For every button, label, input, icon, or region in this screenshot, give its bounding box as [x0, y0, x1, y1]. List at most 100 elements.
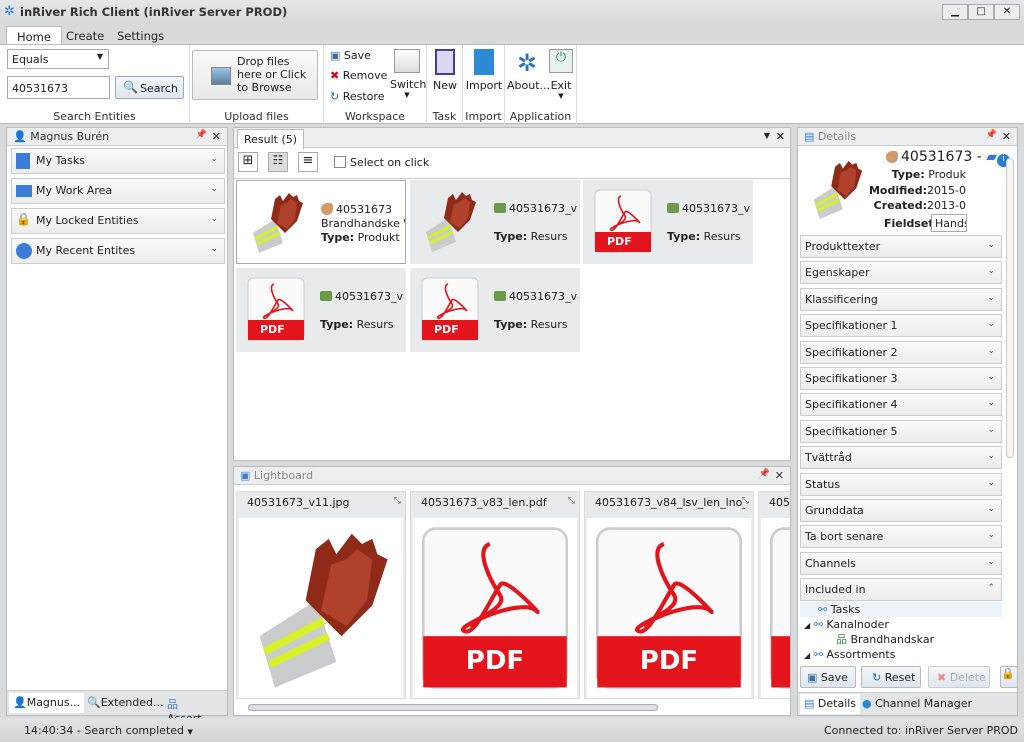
- horizontal-scrollbar[interactable]: [238, 703, 786, 713]
- search-input[interactable]: 40531673: [7, 76, 110, 99]
- lightboard-item[interactable]: 40531673_v83_len.pdf ⤡ PDF: [410, 491, 580, 699]
- save-icon: ▣: [330, 49, 341, 62]
- pin-icon[interactable]: 📌: [196, 130, 207, 140]
- details-section[interactable]: Grunddata ⌄: [800, 499, 1002, 522]
- details-section[interactable]: Included in ⌃: [800, 578, 1002, 602]
- grid-view-button[interactable]: ⊞: [238, 152, 258, 172]
- my-locked-entities-item[interactable]: 🔒 My Locked Entities ⌄: [11, 208, 225, 234]
- details-section[interactable]: Channels ⌄: [800, 551, 1002, 575]
- card-name: 40531673_v1: [494, 202, 578, 215]
- scrollbar-thumb[interactable]: [248, 704, 658, 711]
- result-card[interactable]: PDF 40531673_v8 Type: Resurs: [583, 180, 753, 264]
- save-button[interactable]: ▣ Save: [800, 666, 856, 688]
- tile-view-button[interactable]: ☷: [268, 152, 288, 172]
- close-tab-icon[interactable]: ✕: [776, 130, 785, 143]
- tab-magnus[interactable]: 👤Magnus...: [9, 693, 85, 713]
- pin-icon[interactable]: 📌: [986, 130, 997, 140]
- my-tasks-item[interactable]: My Tasks ⌄: [11, 148, 225, 174]
- operator-select[interactable]: Equals ▼: [7, 49, 109, 69]
- delete-button[interactable]: ✖ Delete: [928, 666, 990, 688]
- lightboard-item[interactable]: 4053⤡ PDF: [758, 491, 790, 699]
- left-bottom-tabs: 👤Magnus... 🔍Extended... 品Assort...: [7, 690, 227, 725]
- chevron-down-icon: ⌄: [987, 372, 995, 382]
- about-button[interactable]: ✲ About...: [507, 49, 550, 92]
- details-section[interactable]: Klassificering ⌄: [800, 287, 1002, 311]
- group-label: Workspace: [344, 110, 406, 123]
- my-work-area-item[interactable]: My Work Area ⌄: [11, 178, 225, 204]
- tree-item-brandhandskar[interactable]: 品 Brandhandskar: [836, 633, 934, 647]
- result-card[interactable]: 40531673_v1 Type: Resurs: [410, 180, 580, 264]
- save-icon: ▣: [807, 671, 818, 684]
- comment-icon[interactable]: ▰: [986, 149, 997, 165]
- chevron-down-icon: ⌄: [210, 214, 218, 224]
- close-button[interactable]: ✕: [994, 4, 1020, 20]
- minimize-button[interactable]: ▁: [942, 4, 968, 20]
- chevron-down-icon: ⌄: [987, 240, 995, 250]
- details-scrollbar[interactable]: [1006, 158, 1014, 458]
- dropdown-icon[interactable]: ▼: [764, 131, 770, 140]
- expand-icon[interactable]: ◢: [804, 651, 810, 660]
- glove-thumbnail: [245, 189, 309, 255]
- tab-extended[interactable]: 🔍Extended...: [83, 693, 167, 713]
- reset-icon: ↻: [872, 671, 882, 684]
- result-card[interactable]: PDF 40531673_v8 Type: Resurs: [236, 268, 406, 352]
- tree-item-kanalnoder[interactable]: ◢ ⚯ Kanalnoder: [804, 618, 889, 632]
- group-label: Task: [432, 110, 457, 123]
- left-panel-header: 👤 Magnus Burén 📌 ✕: [7, 128, 227, 146]
- expand-icon[interactable]: ⤡: [568, 496, 575, 506]
- remove-workspace-button[interactable]: ✖ Remove: [330, 69, 387, 82]
- details-section[interactable]: Produkttexter ⌄: [800, 235, 1002, 258]
- reset-label: Reset: [884, 671, 916, 684]
- expand-icon[interactable]: ⤡: [394, 496, 401, 506]
- details-section[interactable]: Status ⌄: [800, 472, 1002, 496]
- save-workspace-button[interactable]: ▣ Save: [330, 49, 371, 62]
- details-section[interactable]: Specifikationer 1 ⌄: [800, 314, 1002, 338]
- result-card[interactable]: PDF 40531673_v8 Type: Resurs: [410, 268, 580, 352]
- pdf-label: PDF: [465, 646, 525, 676]
- card-name: 40531673_v8: [320, 290, 404, 303]
- tab-channel-manager[interactable]: ● Channel Manager: [858, 694, 976, 714]
- details-section[interactable]: Ta bort senare ⌄: [800, 525, 1002, 549]
- tree-item-assortments[interactable]: ◢ ⚯ Assortments: [804, 648, 895, 662]
- exit-button[interactable]: ⏻ Exit ▼: [547, 49, 575, 100]
- card-type: Type: Resurs: [494, 230, 567, 243]
- created-value: 2013-0: [927, 199, 966, 212]
- reset-button[interactable]: ↻ Reset: [861, 666, 921, 688]
- restore-workspace-button[interactable]: ↻ Restore: [330, 90, 384, 103]
- section-label: Egenskaper: [805, 266, 870, 280]
- close-panel-icon[interactable]: ✕: [212, 130, 221, 143]
- details-section[interactable]: Tvättråd ⌄: [800, 446, 1002, 470]
- lightboard-item[interactable]: 40531673_v11.jpg ⤡: [236, 491, 406, 699]
- result-card[interactable]: 40531673 Brandhandske W Type: Produkt: [236, 180, 406, 264]
- my-recent-entities-item[interactable]: My Recent Entites ⌄: [11, 238, 225, 264]
- import-button[interactable]: Import: [465, 49, 503, 92]
- tab-settings[interactable]: Settings: [107, 26, 174, 45]
- lightboard-item[interactable]: 40531673_v84_lsv_len_lno_lda⤡ PDF: [584, 491, 754, 699]
- tree-item-tasks[interactable]: ⚯ Tasks: [818, 603, 860, 617]
- list-view-button[interactable]: ≡: [298, 152, 318, 172]
- details-section[interactable]: Egenskaper ⌄: [800, 261, 1002, 285]
- pdf-label: PDF: [260, 323, 285, 336]
- lock-button[interactable]: 🔒: [1000, 666, 1018, 688]
- result-tab[interactable]: Result (5): [237, 129, 305, 149]
- select-on-click-checkbox[interactable]: [334, 156, 346, 168]
- switch-button[interactable]: Switch ▼: [390, 49, 426, 99]
- details-section[interactable]: Specifikationer 2 ⌄: [800, 340, 1002, 364]
- details-section[interactable]: Specifikationer 3 ⌄: [800, 367, 1002, 390]
- tab-home[interactable]: Home: [6, 26, 62, 45]
- details-section[interactable]: Specifikationer 5 ⌄: [800, 419, 1002, 443]
- chevron-down-icon: ⌄: [987, 504, 995, 514]
- expand-icon[interactable]: ◢: [804, 621, 810, 630]
- new-task-button[interactable]: New: [431, 49, 459, 92]
- close-panel-icon[interactable]: ✕: [1002, 130, 1011, 143]
- status-message[interactable]: 14:40:34 - Search completed ▼: [24, 724, 193, 737]
- expand-icon[interactable]: ⤡: [742, 496, 749, 506]
- maximize-button[interactable]: □: [968, 4, 994, 20]
- drop-files-button[interactable]: Drop files here or Click to Browse: [192, 50, 318, 100]
- fieldset-select[interactable]: Hands: [931, 214, 967, 232]
- tab-details[interactable]: ▤ Details: [800, 694, 861, 714]
- details-section[interactable]: Specifikationer 4 ⌄: [800, 393, 1002, 417]
- search-button[interactable]: 🔍 Search: [115, 76, 184, 99]
- tab-create[interactable]: Create: [56, 26, 114, 45]
- tab-assortments[interactable]: 品Assort...: [163, 693, 227, 725]
